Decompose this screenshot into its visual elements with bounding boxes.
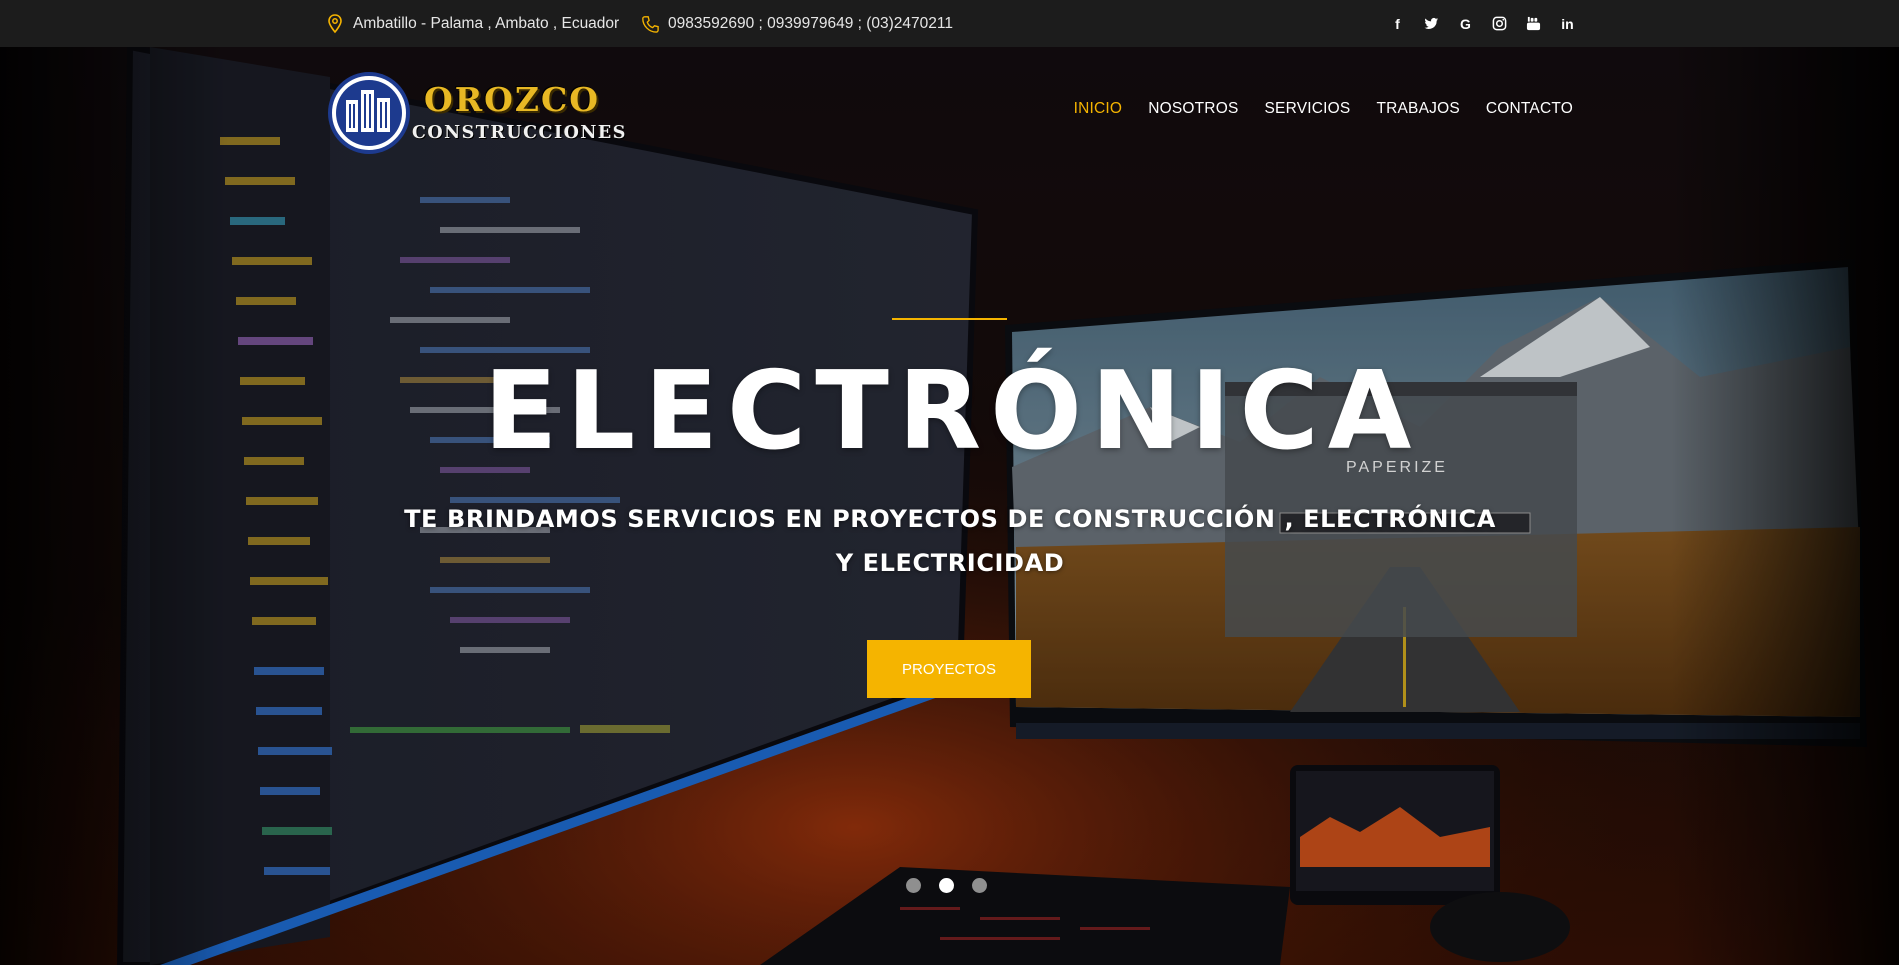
top-bar: Ambatillo - Palama , Ambato , Ecuador 09… <box>0 0 1899 47</box>
site-logo[interactable]: OROZCO CONSTRUCCIONES <box>328 72 648 154</box>
title-accent-line <box>892 318 1007 320</box>
slider-pagination <box>906 878 987 893</box>
proyectos-button[interactable]: PROYECTOS <box>867 640 1031 698</box>
address-info: Ambatillo - Palama , Ambato , Ecuador <box>326 0 619 47</box>
phone-text: 0983592690 ; 0939979649 ; (03)2470211 <box>668 14 954 32</box>
slide-dot-3[interactable] <box>972 878 987 893</box>
location-pin-icon <box>328 13 342 33</box>
hero-title: ELECTRÓNICA <box>483 349 1421 474</box>
main-nav: INICIO NOSOTROS SERVICIOS TRABAJOS CONTA… <box>1074 100 1573 118</box>
logo-title: OROZCO <box>424 80 601 119</box>
slide-dot-1[interactable] <box>906 878 921 893</box>
google-icon[interactable]: G <box>1456 14 1475 33</box>
buildings-icon <box>336 80 402 146</box>
youtube-icon[interactable] <box>1524 14 1543 33</box>
logo-emblem <box>328 72 410 154</box>
hero-subtitle: TE BRINDAMOS SERVICIOS EN PROYECTOS DE C… <box>404 505 1496 577</box>
nav-item-servicios[interactable]: SERVICIOS <box>1265 100 1351 118</box>
slide-dot-2[interactable] <box>939 878 954 893</box>
nav-item-nosotros[interactable]: NOSOTROS <box>1148 100 1238 118</box>
twitter-icon[interactable] <box>1422 14 1441 33</box>
nav-item-contacto[interactable]: CONTACTO <box>1486 100 1573 118</box>
address-text: Ambatillo - Palama , Ambato , Ecuador <box>353 14 620 32</box>
phone-icon <box>642 15 659 33</box>
linkedin-icon[interactable]: in <box>1558 14 1577 33</box>
nav-item-trabajos[interactable]: TRABAJOS <box>1376 100 1459 118</box>
instagram-icon[interactable] <box>1490 14 1509 33</box>
logo-subtitle: CONSTRUCCIONES <box>412 123 627 143</box>
facebook-icon[interactable]: f <box>1388 14 1407 33</box>
phone-info: 0983592690 ; 0939979649 ; (03)2470211 <box>641 0 953 47</box>
nav-item-inicio[interactable]: INICIO <box>1074 100 1123 118</box>
social-links: f G in <box>1388 0 1577 47</box>
